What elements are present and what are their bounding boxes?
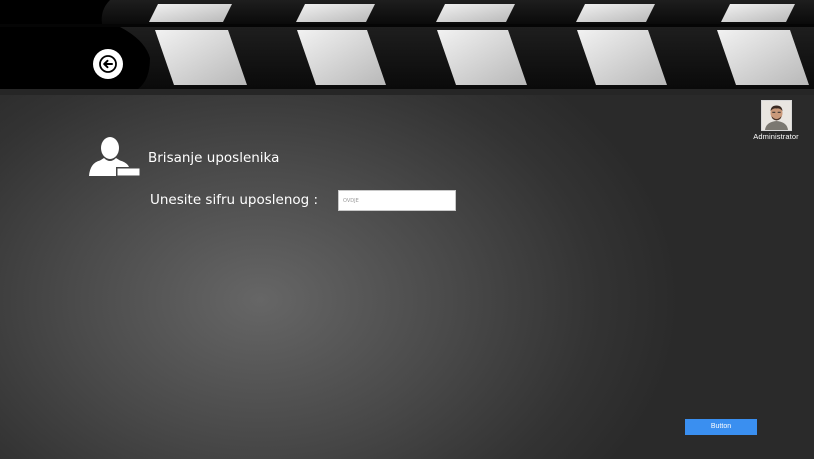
back-button[interactable] xyxy=(93,49,123,79)
app-window: Administrator Brisanje uposlenika Unesit… xyxy=(0,0,814,459)
clapperboard-header xyxy=(0,0,814,95)
user-avatar xyxy=(760,100,792,131)
remove-user-icon xyxy=(89,137,140,176)
user-name-label: Administrator xyxy=(753,132,799,141)
employee-code-input[interactable] xyxy=(338,190,456,211)
current-user[interactable]: Administrator xyxy=(748,100,804,141)
page-title: Brisanje uposlenika xyxy=(148,150,280,166)
employee-code-label: Unesite sifru uposlenog : xyxy=(150,192,319,208)
submit-button[interactable]: Button xyxy=(685,419,757,435)
arrow-left-icon xyxy=(99,55,117,73)
